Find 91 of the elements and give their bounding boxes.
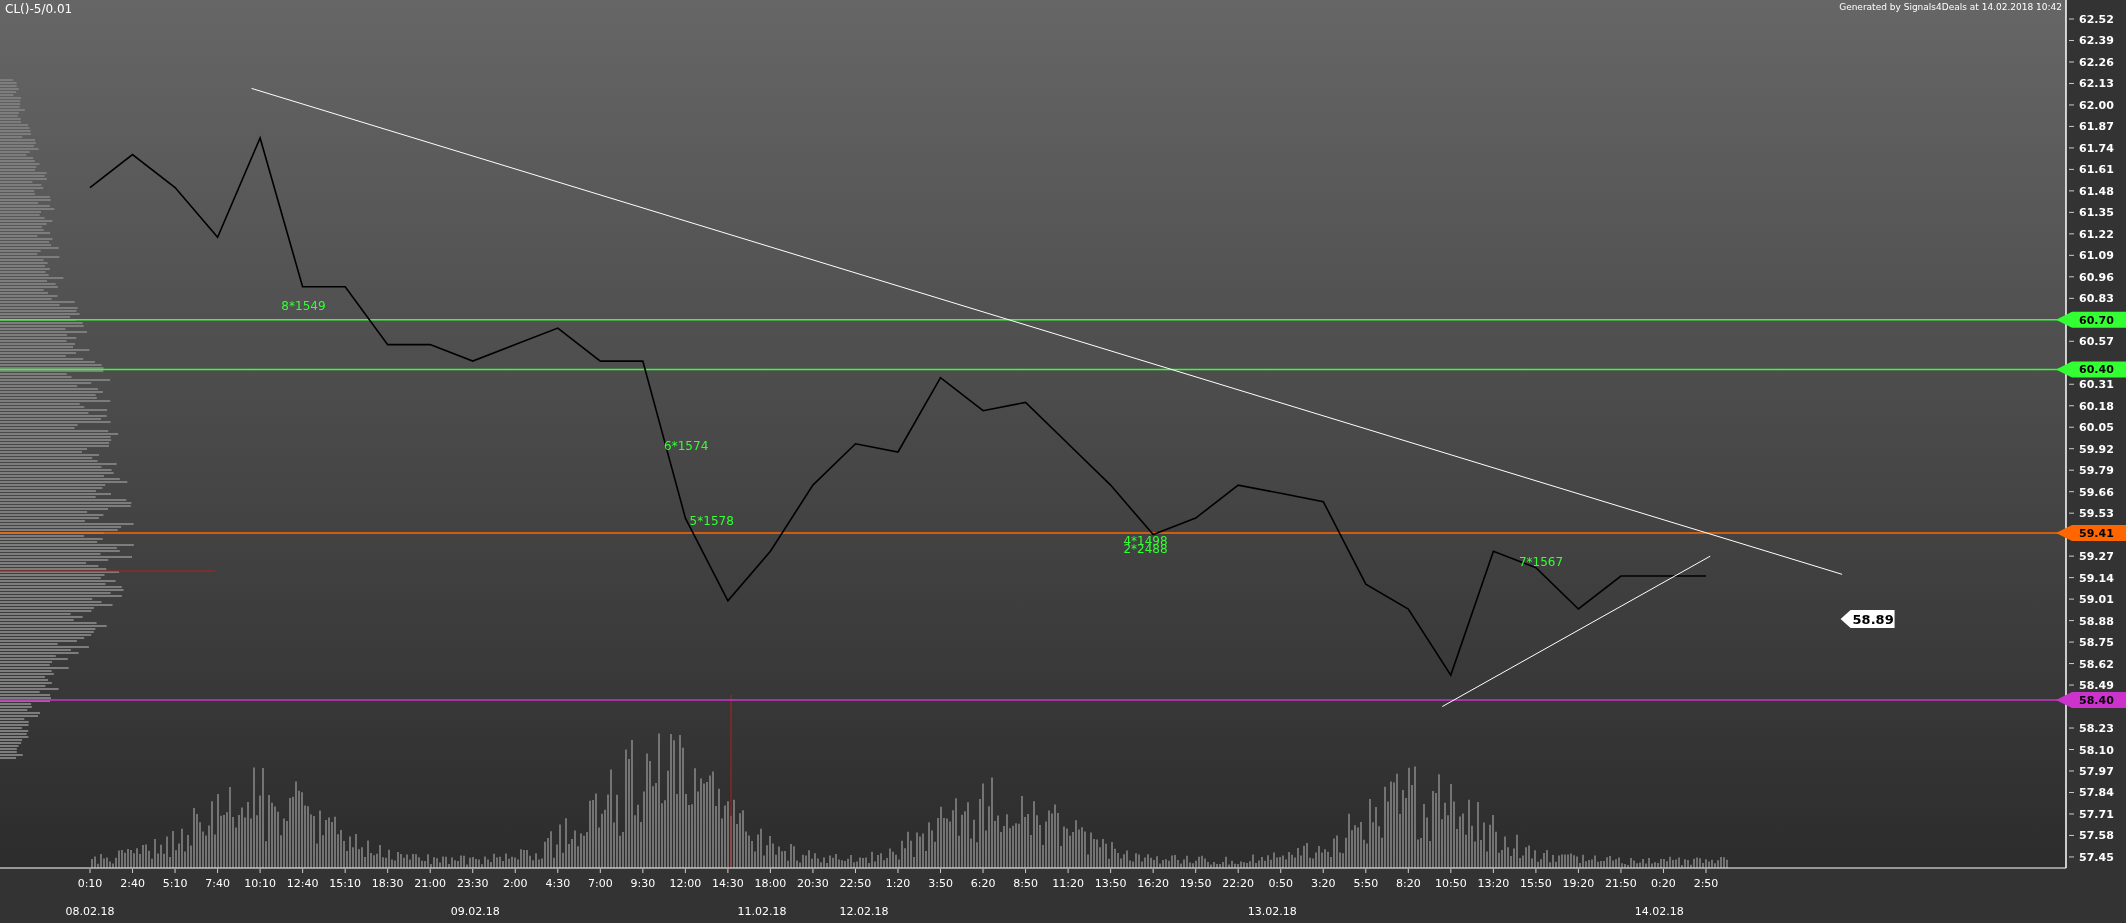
y-tick-label: 62.00	[2079, 98, 2114, 112]
y-tick-label: 62.52	[2079, 13, 2114, 26]
y-tick-label: 62.26	[2079, 56, 2114, 69]
generated-by-note: Generated by Signals4Deals at 14.02.2018 10:42	[1839, 2, 2062, 12]
x-tick-label: 15:50	[1520, 877, 1552, 890]
x-tick-label: 19:50	[1179, 877, 1212, 890]
x-tick-label: 13:20	[1477, 877, 1510, 890]
date-label: 12.02.18	[839, 905, 889, 918]
y-tick-label: 59.27	[2079, 550, 2114, 564]
y-tick-label: 57.45	[2079, 850, 2114, 864]
x-tick-label: 10:50	[1435, 877, 1467, 890]
trade-label: 7*1567	[1518, 555, 1564, 570]
y-tick-label: 61.74	[2079, 141, 2114, 155]
y-tick-label: 59.79	[2079, 464, 2114, 478]
x-tick-label: 22:50	[839, 877, 872, 890]
level-price-tag: 58.40	[2056, 691, 2126, 708]
y-tick-label: 60.18	[2079, 399, 2114, 413]
trade-label: 8*1549	[281, 298, 326, 313]
y-tick-label: 60.31	[2079, 378, 2114, 392]
x-tick-label: 9:30	[630, 877, 656, 890]
y-tick-label: 58.88	[2079, 614, 2114, 628]
x-tick-label: 8:20	[1395, 877, 1421, 890]
y-tick-label: 57.58	[2079, 829, 2114, 843]
y-tick-label: 60.83	[2079, 292, 2114, 306]
y-tick-label: 61.61	[2079, 163, 2114, 177]
symbol-title: CL()-5/0.01	[5, 2, 73, 16]
y-tick-label: 58.10	[2079, 743, 2114, 757]
x-tick-label: 2:50	[1693, 877, 1719, 890]
level-price-tag: 60.70	[2056, 311, 2126, 328]
x-tick-label: 12:00	[669, 877, 702, 890]
x-tick-label: 0:50	[1268, 877, 1294, 890]
trade-label: 6*1574	[664, 439, 709, 454]
y-tick-label: 62.39	[2079, 34, 2114, 48]
date-label: 11.02.18	[737, 905, 787, 918]
x-tick-label: 15:10	[329, 877, 361, 890]
x-tick-label: 1:20	[885, 877, 911, 890]
trade-label: 5*1578	[689, 513, 734, 528]
x-tick-label: 7:00	[587, 877, 613, 890]
x-tick-label: 0:20	[1651, 877, 1676, 890]
y-tick-label: 62.13	[2079, 77, 2114, 91]
y-tick-label: 57.84	[2079, 786, 2114, 800]
x-tick-label: 21:00	[414, 877, 447, 890]
y-tick-label: 58.75	[2079, 636, 2114, 650]
x-tick-label: 6:20	[970, 877, 996, 890]
x-tick-label: 7:40	[205, 877, 230, 890]
y-tick-label: 59.53	[2079, 507, 2114, 521]
date-label: 09.02.18	[450, 905, 500, 918]
y-tick-label: 59.01	[2079, 593, 2114, 607]
x-tick-label: 2:40	[120, 877, 145, 890]
level-price-tag: 60.40	[2056, 361, 2126, 378]
x-tick-label: 12:40	[286, 877, 319, 890]
date-label: 13.02.18	[1247, 905, 1297, 918]
x-tick-label: 18:00	[754, 877, 787, 890]
x-tick-label: 19:20	[1562, 877, 1595, 890]
x-tick-label: 14:30	[712, 877, 744, 890]
y-tick-label: 59.14	[2079, 571, 2114, 585]
x-tick-label: 2:00	[502, 877, 528, 890]
x-tick-label: 10:10	[244, 877, 276, 890]
y-tick-label: 59.66	[2079, 485, 2114, 499]
y-tick-label: 61.22	[2079, 227, 2114, 241]
y-tick-label: 61.87	[2079, 120, 2114, 134]
x-tick-label: 21:50	[1605, 877, 1637, 890]
y-tick-label: 60.57	[2079, 335, 2114, 349]
x-tick-label: 3:50	[928, 877, 953, 890]
x-tick-label: 18:30	[371, 877, 404, 890]
date-label: 08.02.18	[65, 905, 115, 918]
x-tick-label: 0:10	[77, 877, 103, 890]
x-tick-label: 5:10	[162, 877, 188, 890]
x-tick-label: 13:50	[1094, 877, 1127, 890]
x-tick-label: 11:20	[1052, 877, 1084, 890]
x-tick-label: 20:30	[797, 877, 829, 890]
y-tick-label: 58.23	[2079, 722, 2114, 735]
x-tick-label: 16:20	[1137, 877, 1169, 890]
x-tick-label: 22:20	[1222, 877, 1255, 890]
x-tick-label: 8:50	[1013, 877, 1038, 890]
y-tick-label: 57.71	[2079, 807, 2114, 821]
y-tick-label: 61.48	[2079, 184, 2114, 198]
x-tick-label: 3:20	[1310, 877, 1336, 890]
y-tick-label: 60.05	[2079, 421, 2114, 435]
x-tick-label: 23:30	[456, 877, 489, 890]
y-tick-label: 59.92	[2079, 442, 2114, 456]
level-price-tag: 59.41	[2056, 525, 2126, 541]
y-tick-label: 61.35	[2079, 206, 2114, 220]
y-tick-label: 60.96	[2079, 270, 2114, 284]
x-tick-label: 5:50	[1353, 877, 1379, 890]
y-tick-label: 61.09	[2079, 249, 2114, 263]
x-tick-label: 4:30	[545, 877, 571, 890]
date-label: 14.02.18	[1634, 905, 1684, 918]
y-tick-label: 58.49	[2079, 679, 2114, 693]
y-tick-label: 57.97	[2079, 765, 2114, 778]
y-tick-label: 58.62	[2079, 657, 2114, 671]
